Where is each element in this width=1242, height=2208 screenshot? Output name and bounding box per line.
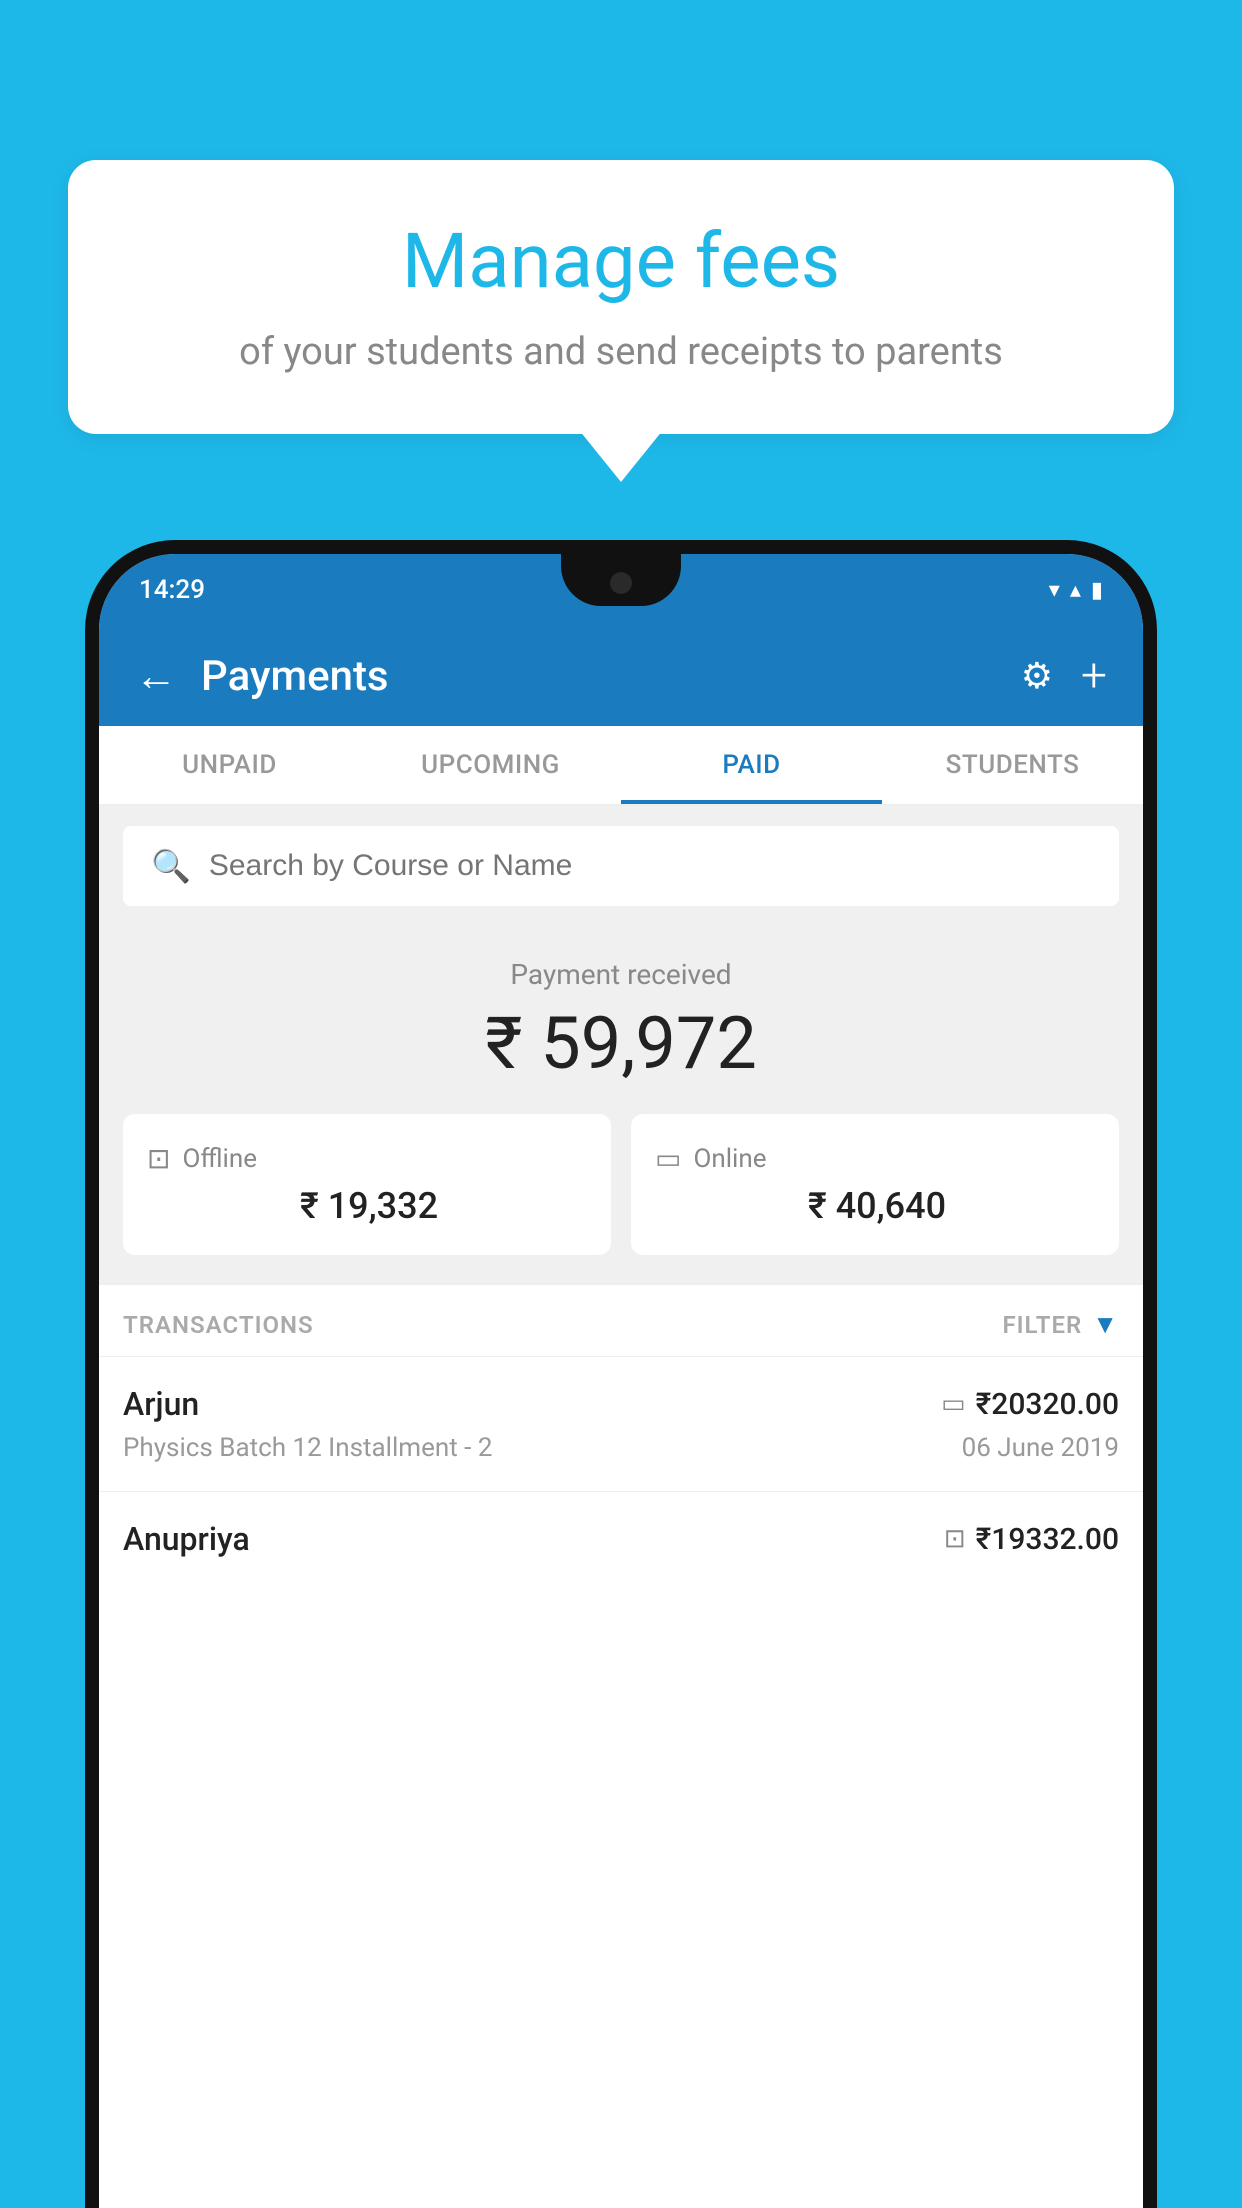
tabs: UNPAID UPCOMING PAID STUDENTS	[99, 726, 1143, 806]
app-header: ← Payments ⚙ +	[99, 626, 1143, 726]
transaction-amount-wrap: ▭ ₹20320.00	[941, 1387, 1119, 1422]
offline-amount: ₹ 19,332	[147, 1185, 587, 1227]
notch	[561, 554, 681, 606]
payment-cards: ⊡ Offline ₹ 19,332 ▭ Online ₹ 40,640	[123, 1114, 1119, 1255]
online-label: Online	[693, 1144, 766, 1174]
search-bar: 🔍	[123, 826, 1119, 906]
status-icons: ▾ ▴ ▮	[1049, 578, 1103, 603]
transactions-header: TRANSACTIONS FILTER ▼	[99, 1283, 1143, 1356]
add-icon[interactable]: +	[1081, 649, 1107, 703]
battery-icon: ▮	[1091, 578, 1103, 603]
offline-payment-icon: ⊡	[944, 1524, 966, 1554]
filter-icon: ▼	[1092, 1309, 1119, 1340]
transaction-date: 06 June 2019	[962, 1433, 1119, 1463]
offline-icon: ⊡	[147, 1142, 170, 1175]
online-icon: ▭	[655, 1142, 681, 1175]
notch-camera	[610, 572, 632, 594]
filter-button[interactable]: FILTER ▼	[1002, 1309, 1119, 1340]
phone-inner: 14:29 ▾ ▴ ▮ ← Payments ⚙ + UNPAID	[99, 554, 1143, 2208]
search-container: 🔍	[99, 806, 1143, 926]
status-bar: 14:29 ▾ ▴ ▮	[99, 554, 1143, 626]
signal-icon: ▴	[1070, 578, 1081, 603]
transaction-row[interactable]: Arjun ▭ ₹20320.00 Physics Batch 12 Insta…	[99, 1356, 1143, 1491]
transaction-amount: ₹19332.00	[976, 1522, 1119, 1557]
back-button[interactable]: ←	[135, 652, 177, 701]
search-input[interactable]	[209, 849, 1091, 883]
tab-paid[interactable]: PAID	[621, 726, 882, 804]
transaction-course: Physics Batch 12 Installment - 2	[123, 1433, 492, 1463]
online-card: ▭ Online ₹ 40,640	[631, 1114, 1119, 1255]
header-actions: ⚙ +	[1021, 649, 1107, 703]
header-title: Payments	[201, 652, 1021, 701]
settings-icon[interactable]: ⚙	[1021, 655, 1053, 697]
offline-label: Offline	[182, 1144, 257, 1174]
tab-students[interactable]: STUDENTS	[882, 726, 1143, 804]
card-payment-icon: ▭	[941, 1389, 966, 1419]
payment-summary: Payment received ₹ 59,972 ⊡ Offline ₹ 19…	[99, 926, 1143, 1283]
tab-unpaid[interactable]: UNPAID	[99, 726, 360, 804]
speech-bubble: Manage fees of your students and send re…	[68, 160, 1174, 434]
online-amount: ₹ 40,640	[655, 1185, 1095, 1227]
transaction-name: Anupriya	[123, 1520, 250, 1558]
payment-received-label: Payment received	[123, 958, 1119, 991]
phone-frame: 14:29 ▾ ▴ ▮ ← Payments ⚙ + UNPAID	[85, 540, 1157, 2208]
status-time: 14:29	[139, 575, 205, 605]
total-amount: ₹ 59,972	[123, 1001, 1119, 1086]
transaction-row[interactable]: Anupriya ⊡ ₹19332.00	[99, 1491, 1143, 1596]
transaction-amount-wrap: ⊡ ₹19332.00	[944, 1522, 1119, 1557]
transaction-name: Arjun	[123, 1385, 199, 1423]
bubble-title: Manage fees	[118, 220, 1124, 304]
transaction-amount: ₹20320.00	[976, 1387, 1119, 1422]
search-icon: 🔍	[151, 847, 191, 885]
tab-upcoming[interactable]: UPCOMING	[360, 726, 621, 804]
filter-label: FILTER	[1002, 1311, 1082, 1339]
offline-card: ⊡ Offline ₹ 19,332	[123, 1114, 611, 1255]
wifi-icon: ▾	[1049, 578, 1060, 603]
transactions-label: TRANSACTIONS	[123, 1311, 314, 1339]
bubble-subtitle: of your students and send receipts to pa…	[118, 326, 1124, 379]
